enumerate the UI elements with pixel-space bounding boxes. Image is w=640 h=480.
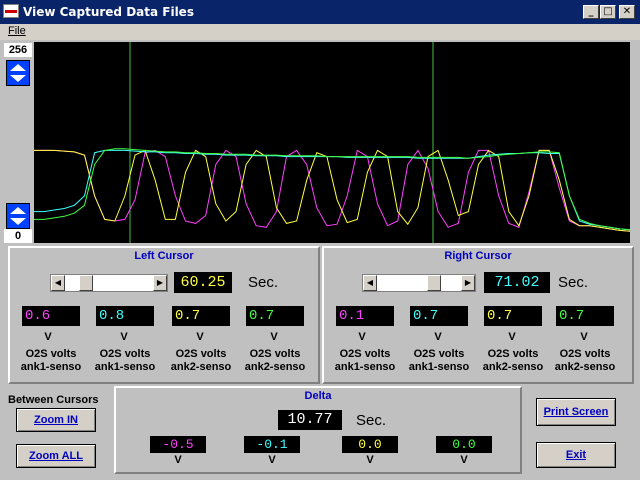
- left-cursor-panel: Left Cursor ◀ ▶ 60.25 Sec. 0.6 0.8 0.7 0…: [8, 246, 320, 384]
- print-screen-button[interactable]: Print Screen: [536, 398, 616, 426]
- left-sensor-4-value: 0.7: [246, 306, 304, 326]
- slider-thumb[interactable]: [79, 275, 93, 291]
- delta-sensor-2-value: -0.1: [244, 436, 300, 453]
- left-sensor-3-value: 0.7: [172, 306, 230, 326]
- left-arrow-icon[interactable]: ◀: [51, 275, 65, 291]
- right-cursor-seconds: 71.02: [484, 272, 550, 293]
- left-sensor-1-value: 0.6: [22, 306, 80, 326]
- window-title: View Captured Data Files: [23, 5, 194, 19]
- right-sensor-4-name: O2S volts ank2-senso: [554, 348, 616, 373]
- right-cursor-sec-label: Sec.: [558, 274, 589, 291]
- right-sensor-3-value: 0.7: [484, 306, 542, 326]
- delta-sensor-1-unit: V: [174, 454, 182, 466]
- left-sensor-2-name: O2S volts ank1-senso: [94, 348, 156, 373]
- exit-button[interactable]: Exit: [536, 442, 616, 468]
- delta-sensor-4-value: 0.0: [436, 436, 492, 453]
- delta-sensor-4-unit: V: [460, 454, 468, 466]
- delta-sensor-3-value: 0.0: [342, 436, 398, 453]
- series-1-line: [34, 149, 630, 232]
- right-arrow-icon[interactable]: ▶: [461, 275, 475, 291]
- scale-max-label: 256: [4, 43, 32, 57]
- title-bar: View Captured Data Files _ □ ✕: [0, 0, 640, 24]
- right-cursor-slider[interactable]: ◀ ▶: [362, 274, 476, 292]
- series-2-line: [34, 149, 630, 232]
- right-sensor-3-unit: V: [508, 331, 516, 343]
- scale-max-spinner[interactable]: [6, 60, 30, 86]
- maximize-button[interactable]: □: [600, 5, 616, 19]
- up-down-arrow-icon: [10, 64, 26, 82]
- plot-svg: [34, 42, 630, 243]
- left-arrow-icon[interactable]: ◀: [363, 275, 377, 291]
- right-sensor-1-unit: V: [358, 331, 366, 343]
- right-sensor-4-value: 0.7: [556, 306, 614, 326]
- app-icon: [3, 4, 19, 18]
- series-3-line: [34, 149, 630, 231]
- series-4-line: [34, 148, 630, 231]
- left-cursor-title: Left Cursor: [134, 250, 194, 262]
- right-sensor-4-unit: V: [580, 331, 588, 343]
- left-sensor-2-unit: V: [120, 331, 128, 343]
- left-sensor-3-unit: V: [196, 331, 204, 343]
- delta-sec-label: Sec.: [356, 412, 387, 429]
- left-cursor-slider[interactable]: ◀ ▶: [50, 274, 168, 292]
- right-cursor-title: Right Cursor: [444, 250, 512, 262]
- close-button[interactable]: ✕: [619, 5, 635, 19]
- menu-file[interactable]: File: [8, 25, 26, 37]
- right-sensor-2-unit: V: [434, 331, 442, 343]
- right-sensor-2-value: 0.7: [410, 306, 468, 326]
- left-sensor-1-name: O2S volts ank1-senso: [20, 348, 82, 373]
- left-sensor-1-unit: V: [44, 331, 52, 343]
- data-plot[interactable]: [34, 42, 630, 243]
- right-sensor-3-name: O2S volts ank2-senso: [482, 348, 544, 373]
- slider-thumb[interactable]: [427, 275, 441, 291]
- delta-sensor-3-unit: V: [366, 454, 374, 466]
- delta-sensor-1-value: -0.5: [150, 436, 206, 453]
- left-cursor-sec-label: Sec.: [248, 274, 279, 291]
- delta-title: Delta: [304, 390, 332, 402]
- delta-sensor-2-unit: V: [268, 454, 276, 466]
- left-sensor-3-name: O2S volts ank2-senso: [170, 348, 232, 373]
- up-down-arrow-icon: [10, 207, 26, 225]
- left-cursor-seconds: 60.25: [174, 272, 232, 293]
- delta-panel: Delta 10.77 Sec. -0.5 -0.1 0.0 0.0 V V V…: [114, 386, 522, 474]
- scale-min-spinner[interactable]: [6, 203, 30, 229]
- minimize-button[interactable]: _: [583, 5, 599, 19]
- left-sensor-2-value: 0.8: [96, 306, 154, 326]
- right-cursor-panel: Right Cursor ◀ ▶ 71.02 Sec. 0.1 0.7 0.7 …: [322, 246, 634, 384]
- menu-bar: File: [0, 24, 640, 40]
- right-arrow-icon[interactable]: ▶: [153, 275, 167, 291]
- between-cursors-label: Between Cursors: [8, 394, 99, 406]
- right-sensor-1-value: 0.1: [336, 306, 394, 326]
- right-sensor-1-name: O2S volts ank1-senso: [334, 348, 396, 373]
- delta-seconds: 10.77: [278, 410, 342, 430]
- zoom-in-button[interactable]: Zoom IN: [16, 408, 96, 432]
- zoom-all-button[interactable]: Zoom ALL: [16, 444, 96, 468]
- scale-min-label: 0: [4, 229, 32, 243]
- left-sensor-4-unit: V: [270, 331, 278, 343]
- right-sensor-2-name: O2S volts ank1-senso: [408, 348, 470, 373]
- left-sensor-4-name: O2S volts ank2-senso: [244, 348, 306, 373]
- menu-file-label: File: [8, 25, 26, 37]
